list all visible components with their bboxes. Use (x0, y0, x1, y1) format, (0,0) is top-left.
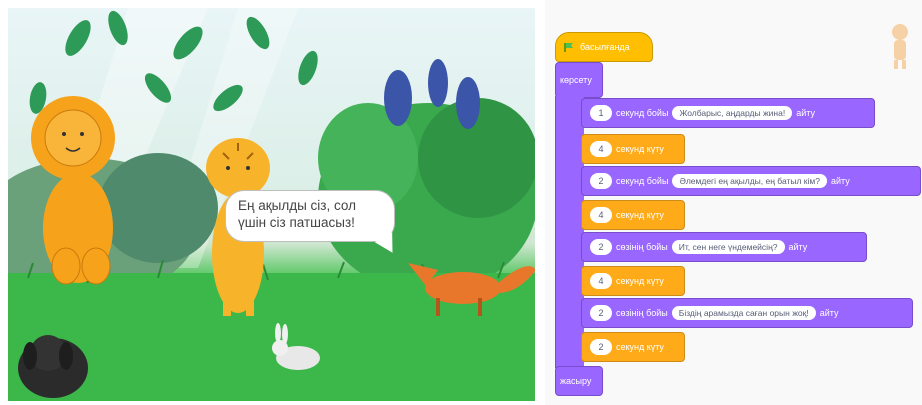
say-label-4: сөзінің бойы (616, 308, 668, 318)
say-text-3[interactable]: Ит, сен неге үндемейсің? (671, 240, 785, 254)
say-suffix-4: айту (819, 308, 839, 318)
sprite-thumbnail (888, 22, 912, 75)
wait-seconds-3[interactable]: 4 (590, 273, 612, 289)
code-area[interactable]: басылғанда көрсету 1 секунд бойы Жолбары… (545, 0, 922, 405)
wait-block-2[interactable]: 4 секунд күту (581, 200, 685, 230)
say-block-3[interactable]: 2 сөзінің бойы Ит, сен неге үндемейсің? … (581, 232, 867, 262)
green-flag-icon (564, 42, 574, 52)
when-flag-clicked-block[interactable]: басылғанда (555, 32, 653, 62)
speech-bubble: Ең ақылды сіз, сол үшін сіз патшасыз! (226, 191, 394, 241)
wait-seconds-4[interactable]: 2 (590, 339, 612, 355)
say-label-1: секунд бойы (616, 108, 669, 118)
hide-block[interactable]: жасыру (555, 366, 603, 396)
say-text-4[interactable]: Біздің арамызда саған орын жоқ! (671, 306, 816, 320)
say-seconds-1[interactable]: 1 (590, 105, 612, 121)
say-seconds-2[interactable]: 2 (590, 173, 612, 189)
wait-label-2: секунд күту (616, 210, 664, 220)
say-suffix-3: айту (788, 242, 808, 252)
hide-label: жасыру (560, 376, 592, 386)
say-block-1[interactable]: 1 секунд бойы Жолбарыс, аңдарды жина! ай… (581, 98, 875, 128)
say-block-4[interactable]: 2 сөзінің бойы Біздің арамызда саған оры… (581, 298, 913, 328)
hat-label: басылғанда (580, 42, 630, 52)
say-suffix-2: айту (831, 176, 850, 186)
wait-seconds-1[interactable]: 4 (590, 141, 612, 157)
wait-block-1[interactable]: 4 секунд күту (581, 134, 685, 164)
say-label-3: сөзінің бойы (616, 242, 668, 252)
wait-label-4: секунд күту (616, 342, 664, 352)
wait-label-1: секунд күту (616, 144, 664, 154)
stack-connector (555, 96, 584, 368)
say-text-1[interactable]: Жолбарыс, аңдарды жина! (672, 106, 793, 120)
say-seconds-3[interactable]: 2 (590, 239, 612, 255)
say-seconds-4[interactable]: 2 (590, 305, 612, 321)
wait-block-4[interactable]: 2 секунд күту (581, 332, 685, 362)
show-label: көрсету (560, 75, 592, 85)
say-suffix-1: айту (796, 108, 815, 118)
wait-label-3: секунд күту (616, 276, 664, 286)
say-label-2: секунд бойы (616, 176, 669, 186)
say-text-2[interactable]: Әлемдегі ең ақылды, ең батыл кім? (672, 174, 827, 188)
wait-block-3[interactable]: 4 секунд күту (581, 266, 685, 296)
say-block-2[interactable]: 2 секунд бойы Әлемдегі ең ақылды, ең бат… (581, 166, 921, 196)
show-block[interactable]: көрсету (555, 62, 603, 98)
stage[interactable]: Ең ақылды сіз, сол үшін сіз патшасыз! (8, 8, 535, 401)
wait-seconds-2[interactable]: 4 (590, 207, 612, 223)
